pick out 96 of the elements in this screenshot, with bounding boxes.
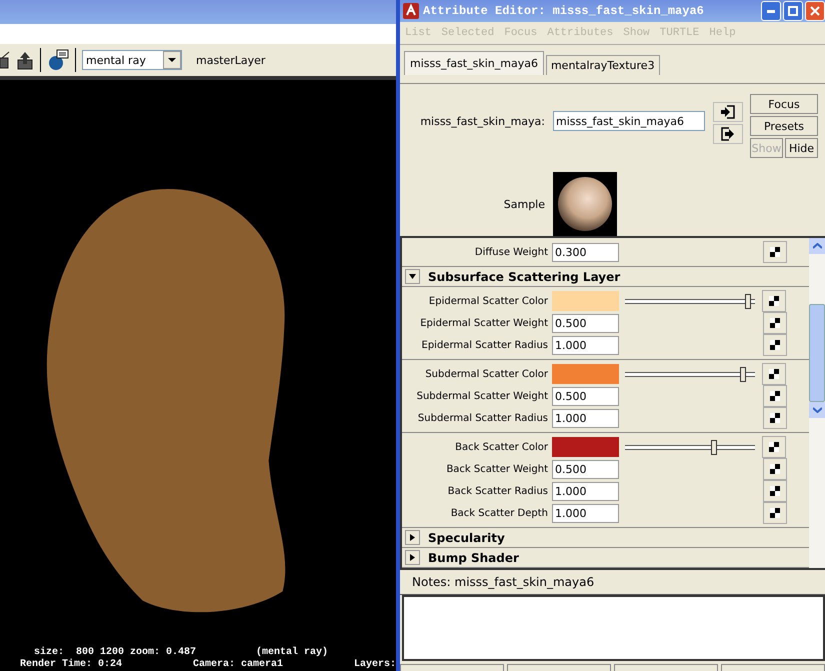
attribute-label: Epidermal Scatter Radius bbox=[420, 340, 549, 350]
notes-field[interactable] bbox=[402, 595, 825, 661]
checker-icon bbox=[770, 486, 780, 496]
arrow-out-of-box-icon bbox=[721, 127, 735, 141]
notes-heading: Notes: misss_fast_skin_maya6 bbox=[412, 575, 594, 589]
checker-icon bbox=[770, 391, 780, 401]
renderer-dropdown[interactable]: mental ray bbox=[82, 50, 182, 70]
caret-down-icon bbox=[409, 273, 416, 280]
render-status-text: (mental ray) bbox=[256, 647, 328, 659]
section-toggle-button[interactable] bbox=[405, 550, 420, 565]
bottom-button[interactable] bbox=[400, 664, 504, 671]
attribute-field[interactable]: 0.500 bbox=[552, 386, 619, 406]
attribute-label: Back Scatter Weight bbox=[445, 464, 549, 474]
attribute-label: Back Scatter Radius bbox=[446, 486, 549, 496]
map-button[interactable] bbox=[762, 436, 786, 458]
render-status-text: size: 800 1200 zoom: 0.487 bbox=[34, 647, 196, 658]
slider-thumb[interactable] bbox=[745, 294, 752, 308]
color-swatch[interactable] bbox=[552, 437, 619, 457]
map-button[interactable] bbox=[763, 385, 787, 407]
map-button[interactable] bbox=[763, 334, 787, 356]
editor-button[interactable]: Focus bbox=[750, 94, 818, 114]
map-button[interactable] bbox=[763, 458, 787, 480]
upload-tray-icon[interactable] bbox=[16, 50, 34, 70]
attribute-field[interactable]: 1.000 bbox=[552, 504, 619, 522]
checker-icon bbox=[769, 442, 779, 452]
attribute-label: Diffuse Weight bbox=[474, 246, 549, 258]
attribute-field[interactable]: 0.500 bbox=[552, 460, 619, 478]
color-swatch[interactable] bbox=[552, 291, 619, 311]
tab[interactable]: mentalrayTexture3 bbox=[546, 55, 660, 75]
bottom-button[interactable] bbox=[507, 664, 611, 671]
attribute-field[interactable]: 1.000 bbox=[552, 336, 619, 354]
bottom-button[interactable] bbox=[721, 664, 825, 671]
map-button[interactable] bbox=[763, 407, 787, 429]
render-status-text: Layers: bbox=[354, 659, 396, 671]
section-toggle-button[interactable] bbox=[405, 530, 420, 545]
attribute-field[interactable]: 0.300 bbox=[552, 242, 619, 262]
editor-button[interactable]: Presets bbox=[750, 116, 818, 136]
render-status-text: Render Time: 0:24 bbox=[20, 659, 122, 671]
attribute-field[interactable]: 0.500 bbox=[552, 314, 619, 332]
scrollbar[interactable] bbox=[809, 238, 825, 568]
section-title[interactable]: Bump Shader bbox=[428, 550, 519, 564]
attribute-label: Epidermal Scatter Color bbox=[428, 296, 549, 306]
caret-right-icon bbox=[409, 534, 416, 541]
checker-icon bbox=[770, 464, 780, 474]
attribute-label: Back Scatter Depth bbox=[450, 508, 549, 518]
tab[interactable]: misss_fast_skin_maya6 bbox=[404, 51, 544, 75]
maximize-button[interactable] bbox=[783, 1, 803, 21]
connection-button[interactable] bbox=[713, 124, 743, 144]
checker-icon bbox=[770, 508, 780, 518]
node-name-field[interactable]: misss_fast_skin_maya6 bbox=[553, 111, 705, 131]
section-title[interactable]: Subsurface Scattering Layer bbox=[428, 270, 620, 284]
close-icon bbox=[810, 6, 820, 16]
map-button[interactable] bbox=[763, 480, 787, 502]
section-title[interactable]: Specularity bbox=[428, 530, 505, 544]
checker-icon bbox=[769, 369, 779, 379]
slider-thumb[interactable] bbox=[710, 440, 717, 454]
attribute-label: Subdermal Scatter Weight bbox=[416, 390, 549, 402]
attribute-field[interactable]: 1.000 bbox=[552, 482, 619, 500]
render-status-text: Camera: camera1 bbox=[193, 659, 284, 671]
window-title: Attribute Editor: misss_fast_skin_maya6 bbox=[423, 4, 704, 18]
caret-right-icon bbox=[409, 554, 416, 561]
attribute-label: Subdermal Scatter Radius bbox=[416, 412, 549, 424]
map-button[interactable] bbox=[763, 241, 787, 263]
sample-sphere-drawing bbox=[553, 172, 617, 236]
attribute-field[interactable]: 1.000 bbox=[552, 408, 619, 428]
map-button[interactable] bbox=[763, 312, 787, 334]
globe-speech-icon[interactable] bbox=[47, 49, 69, 71]
map-button[interactable] bbox=[763, 502, 787, 524]
maximize-icon bbox=[788, 6, 798, 16]
connection-button[interactable] bbox=[713, 102, 743, 122]
render-layer-label: masterLayer bbox=[196, 54, 266, 66]
attribute-label: Epidermal Scatter Weight bbox=[419, 318, 549, 328]
checker-icon bbox=[770, 318, 780, 328]
editor-button[interactable]: Hide bbox=[785, 138, 818, 158]
scroll-down-icon[interactable] bbox=[812, 407, 822, 413]
checker-icon bbox=[769, 296, 779, 306]
attribute-label: Back Scatter Color bbox=[454, 442, 549, 452]
map-button[interactable] bbox=[762, 363, 786, 385]
checker-icon bbox=[770, 247, 780, 257]
attribute-label: Subdermal Scatter Color bbox=[424, 368, 549, 380]
node-name-label: misss_fast_skin_maya: bbox=[419, 115, 545, 128]
color-swatch[interactable] bbox=[552, 364, 619, 384]
tray-icon[interactable] bbox=[0, 50, 10, 70]
checker-icon bbox=[770, 413, 780, 423]
close-button[interactable] bbox=[805, 1, 825, 21]
sample-label: Sample bbox=[502, 198, 545, 210]
app-logo-icon bbox=[403, 3, 419, 19]
section-toggle-button[interactable] bbox=[405, 269, 420, 284]
minimize-icon bbox=[767, 10, 775, 12]
map-button[interactable] bbox=[762, 290, 786, 312]
minimize-button[interactable] bbox=[761, 1, 781, 21]
scroll-up-icon[interactable] bbox=[812, 243, 822, 249]
slider-thumb[interactable] bbox=[740, 366, 746, 382]
checker-icon bbox=[770, 340, 780, 350]
arrow-into-box-icon bbox=[721, 105, 735, 119]
bottom-button[interactable] bbox=[614, 664, 718, 671]
